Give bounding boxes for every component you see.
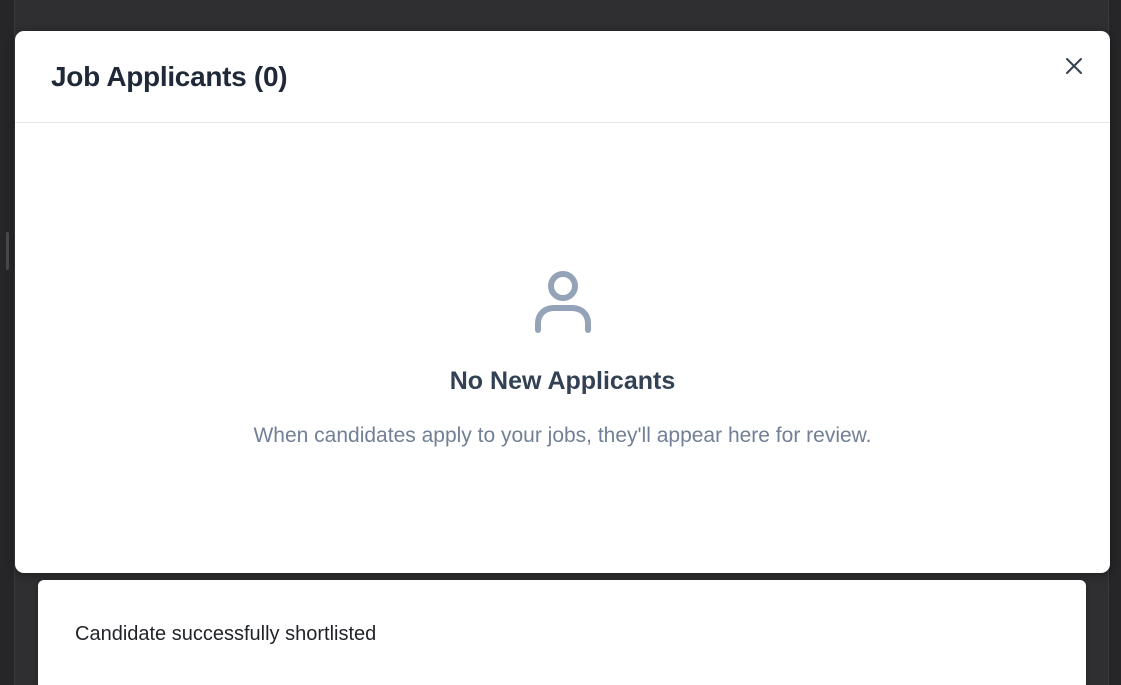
- close-button[interactable]: [1061, 53, 1087, 79]
- left-panel-edge: [0, 0, 15, 685]
- toast-message: Candidate successfully shortlisted: [75, 623, 377, 645]
- job-applicants-modal: Job Applicants (0) No New Applicants Whe…: [15, 31, 1110, 573]
- empty-state: No New Applicants When candidates apply …: [15, 123, 1110, 573]
- modal-header: Job Applicants (0): [15, 31, 1110, 123]
- toast-notification[interactable]: Candidate successfully shortlisted: [38, 580, 1086, 685]
- close-icon: [1066, 58, 1082, 74]
- user-icon: [535, 271, 591, 333]
- empty-state-title: No New Applicants: [449, 367, 676, 395]
- empty-state-description: When candidates apply to your jobs, they…: [253, 424, 872, 447]
- resize-handle[interactable]: [6, 232, 9, 270]
- modal-title: Job Applicants (0): [51, 61, 288, 92]
